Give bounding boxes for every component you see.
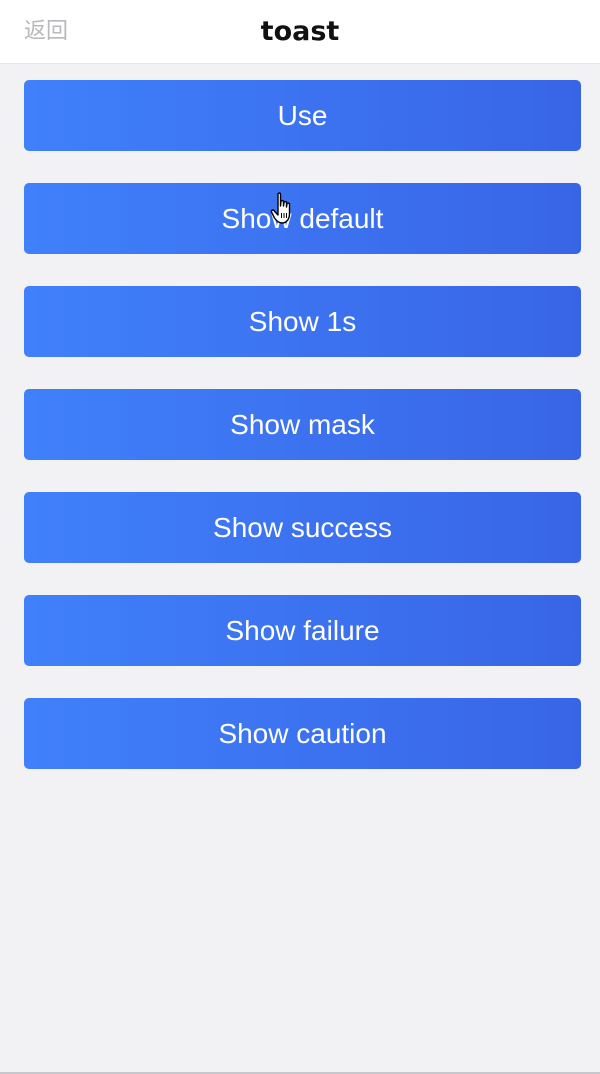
use-button[interactable]: Use: [24, 80, 581, 151]
button-list: Use Show default Show 1s Show mask Show …: [24, 80, 581, 801]
show-1s-button[interactable]: Show 1s: [24, 286, 581, 357]
show-success-button[interactable]: Show success: [24, 492, 581, 563]
show-failure-button[interactable]: Show failure: [24, 595, 581, 666]
page-title: toast: [260, 16, 340, 47]
show-mask-button[interactable]: Show mask: [24, 389, 581, 460]
show-default-button[interactable]: Show default: [24, 183, 581, 254]
nav-bar: 返回 toast: [0, 0, 600, 64]
show-caution-button[interactable]: Show caution: [24, 698, 581, 769]
